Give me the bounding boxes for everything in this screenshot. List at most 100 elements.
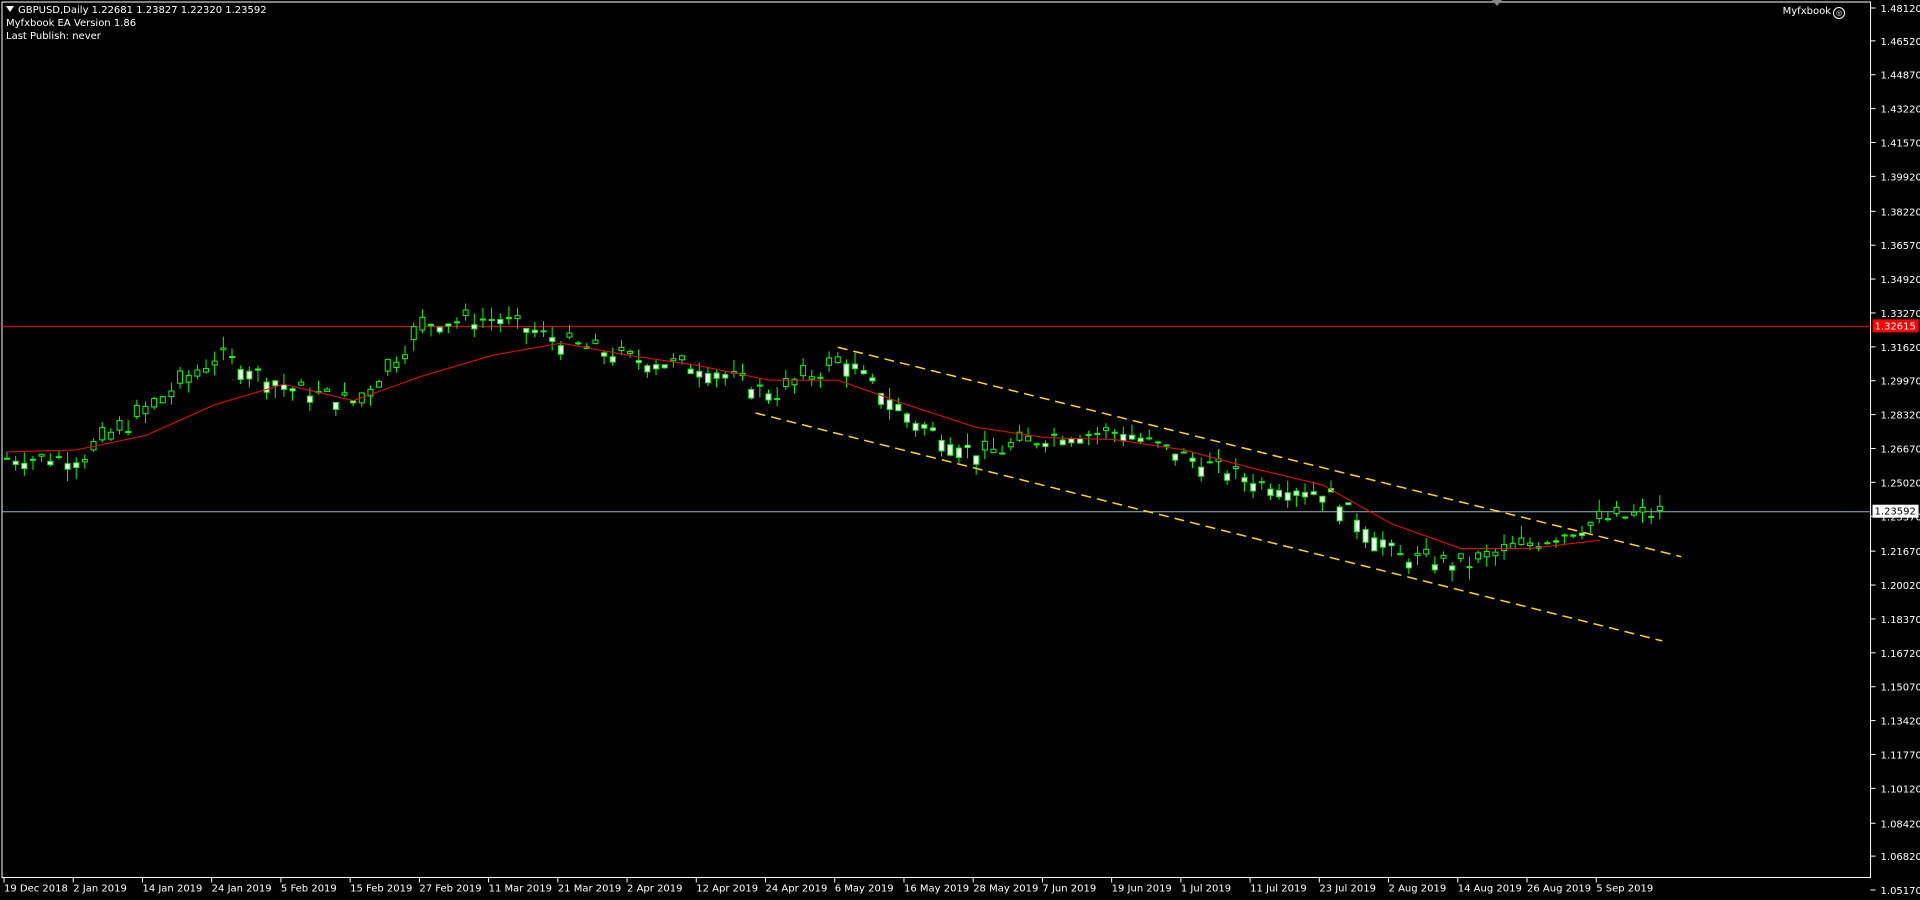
candle-body[interactable] xyxy=(704,373,711,384)
candle-body[interactable] xyxy=(1111,431,1118,434)
candle-body[interactable] xyxy=(696,370,703,378)
candle-body[interactable] xyxy=(185,375,192,383)
candle-body[interactable] xyxy=(142,405,149,415)
candle-body[interactable] xyxy=(306,395,313,403)
candle-body[interactable] xyxy=(272,380,279,387)
candle-body[interactable] xyxy=(1198,466,1205,477)
candle-body[interactable] xyxy=(973,455,980,465)
candle-body[interactable] xyxy=(575,342,582,345)
candle-body[interactable] xyxy=(1276,489,1283,498)
candle-body[interactable] xyxy=(151,397,158,408)
candle-body[interactable] xyxy=(1604,518,1611,521)
candle-body[interactable] xyxy=(826,357,833,366)
candle-body[interactable] xyxy=(263,381,270,393)
candle-body[interactable] xyxy=(1033,443,1040,446)
chart-shift-marker-icon[interactable] xyxy=(1492,0,1502,6)
candle-body[interactable] xyxy=(228,356,235,359)
candle-body[interactable] xyxy=(177,370,184,384)
candle-body[interactable] xyxy=(644,365,651,373)
candle-body[interactable] xyxy=(618,346,625,351)
candle-body[interactable] xyxy=(1267,488,1274,496)
candle-body[interactable] xyxy=(609,356,616,363)
candle-body[interactable] xyxy=(1570,534,1577,537)
candle-body[interactable] xyxy=(64,463,71,470)
candle-body[interactable] xyxy=(990,448,997,454)
candle-body[interactable] xyxy=(1466,566,1473,569)
candle-body[interactable] xyxy=(194,369,201,377)
candle-body[interactable] xyxy=(1423,548,1430,555)
candle-body[interactable] xyxy=(376,381,383,388)
candle-body[interactable] xyxy=(722,374,729,379)
candle-body[interactable] xyxy=(1353,519,1360,533)
candle-body[interactable] xyxy=(557,345,564,355)
candle-body[interactable] xyxy=(1137,437,1144,443)
candle-body[interactable] xyxy=(627,350,634,354)
candle-body[interactable] xyxy=(1258,481,1265,484)
candle-body[interactable] xyxy=(168,390,175,398)
candle-body[interactable] xyxy=(1250,483,1257,492)
candle-body[interactable] xyxy=(402,354,409,360)
candle-body[interactable] xyxy=(116,420,123,431)
candle-body[interactable] xyxy=(21,462,28,470)
candle-body[interactable] xyxy=(1120,433,1127,442)
channel-upper-line[interactable] xyxy=(837,346,1682,558)
candle-body[interactable] xyxy=(1042,443,1049,447)
candle-body[interactable] xyxy=(280,384,287,390)
candle-body[interactable] xyxy=(1224,473,1231,481)
candle-body[interactable] xyxy=(254,368,261,371)
candle-body[interactable] xyxy=(1483,550,1490,558)
candle-body[interactable] xyxy=(1241,477,1248,483)
candle-body[interactable] xyxy=(1085,434,1092,437)
candle-body[interactable] xyxy=(298,381,305,386)
candle-body[interactable] xyxy=(808,376,815,380)
candle-body[interactable] xyxy=(800,365,807,377)
candle-body[interactable] xyxy=(410,326,417,341)
candle-body[interactable] xyxy=(1232,466,1239,470)
candle-body[interactable] xyxy=(350,400,357,404)
candle-body[interactable] xyxy=(203,368,210,373)
candle-body[interactable] xyxy=(1552,540,1559,543)
candle-body[interactable] xyxy=(955,447,962,459)
candle-body[interactable] xyxy=(903,413,910,423)
candle-body[interactable] xyxy=(4,457,10,460)
candle-body[interactable] xyxy=(852,363,859,370)
candle-body[interactable] xyxy=(1154,441,1161,444)
candle-body[interactable] xyxy=(479,318,486,321)
candle-body[interactable] xyxy=(670,358,677,362)
candle-body[interactable] xyxy=(107,431,114,440)
candle-body[interactable] xyxy=(929,427,936,431)
candle-body[interactable] xyxy=(436,326,443,333)
candle-body[interactable] xyxy=(289,388,296,392)
candle-body[interactable] xyxy=(1068,438,1075,444)
candle-body[interactable] xyxy=(1206,461,1213,464)
candle-body[interactable] xyxy=(1128,434,1135,440)
candle-body[interactable] xyxy=(756,384,763,387)
candle-body[interactable] xyxy=(220,347,227,351)
candle-body[interactable] xyxy=(1284,492,1291,501)
candle-body[interactable] xyxy=(748,389,755,399)
candle-body[interactable] xyxy=(1449,565,1456,571)
candle-body[interactable] xyxy=(1475,552,1482,560)
candle-body[interactable] xyxy=(1501,544,1508,552)
candle-body[interactable] xyxy=(133,405,140,417)
candle-body[interactable] xyxy=(834,356,841,364)
candle-body[interactable] xyxy=(497,319,504,325)
candle-body[interactable] xyxy=(1587,521,1594,526)
chart-window[interactable]: 1.48120 1.46520 1.44870 1.43220 1.41570 1.399… xyxy=(0,0,1920,900)
candle-body[interactable] xyxy=(246,370,253,380)
candle-body[interactable] xyxy=(817,376,824,379)
myfxbook-brand[interactable]: Myfxbook ◎ xyxy=(1783,6,1845,19)
candle-body[interactable] xyxy=(540,330,547,333)
candle-body[interactable] xyxy=(1180,451,1187,454)
candle-body[interactable] xyxy=(592,339,599,345)
candle-body[interactable] xyxy=(523,327,530,333)
candle-body[interactable] xyxy=(860,369,867,375)
candle-body[interactable] xyxy=(1414,552,1421,557)
candle-body[interactable] xyxy=(1362,529,1369,543)
candle-body[interactable] xyxy=(1102,427,1109,431)
candle-body[interactable] xyxy=(324,388,331,392)
candle-body[interactable] xyxy=(47,460,54,466)
channel-lower-line[interactable] xyxy=(755,412,1663,642)
price-chart[interactable]: 1.48120 1.46520 1.44870 1.43220 1.41570 1.399… xyxy=(0,0,1920,900)
candle-body[interactable] xyxy=(1431,564,1438,571)
